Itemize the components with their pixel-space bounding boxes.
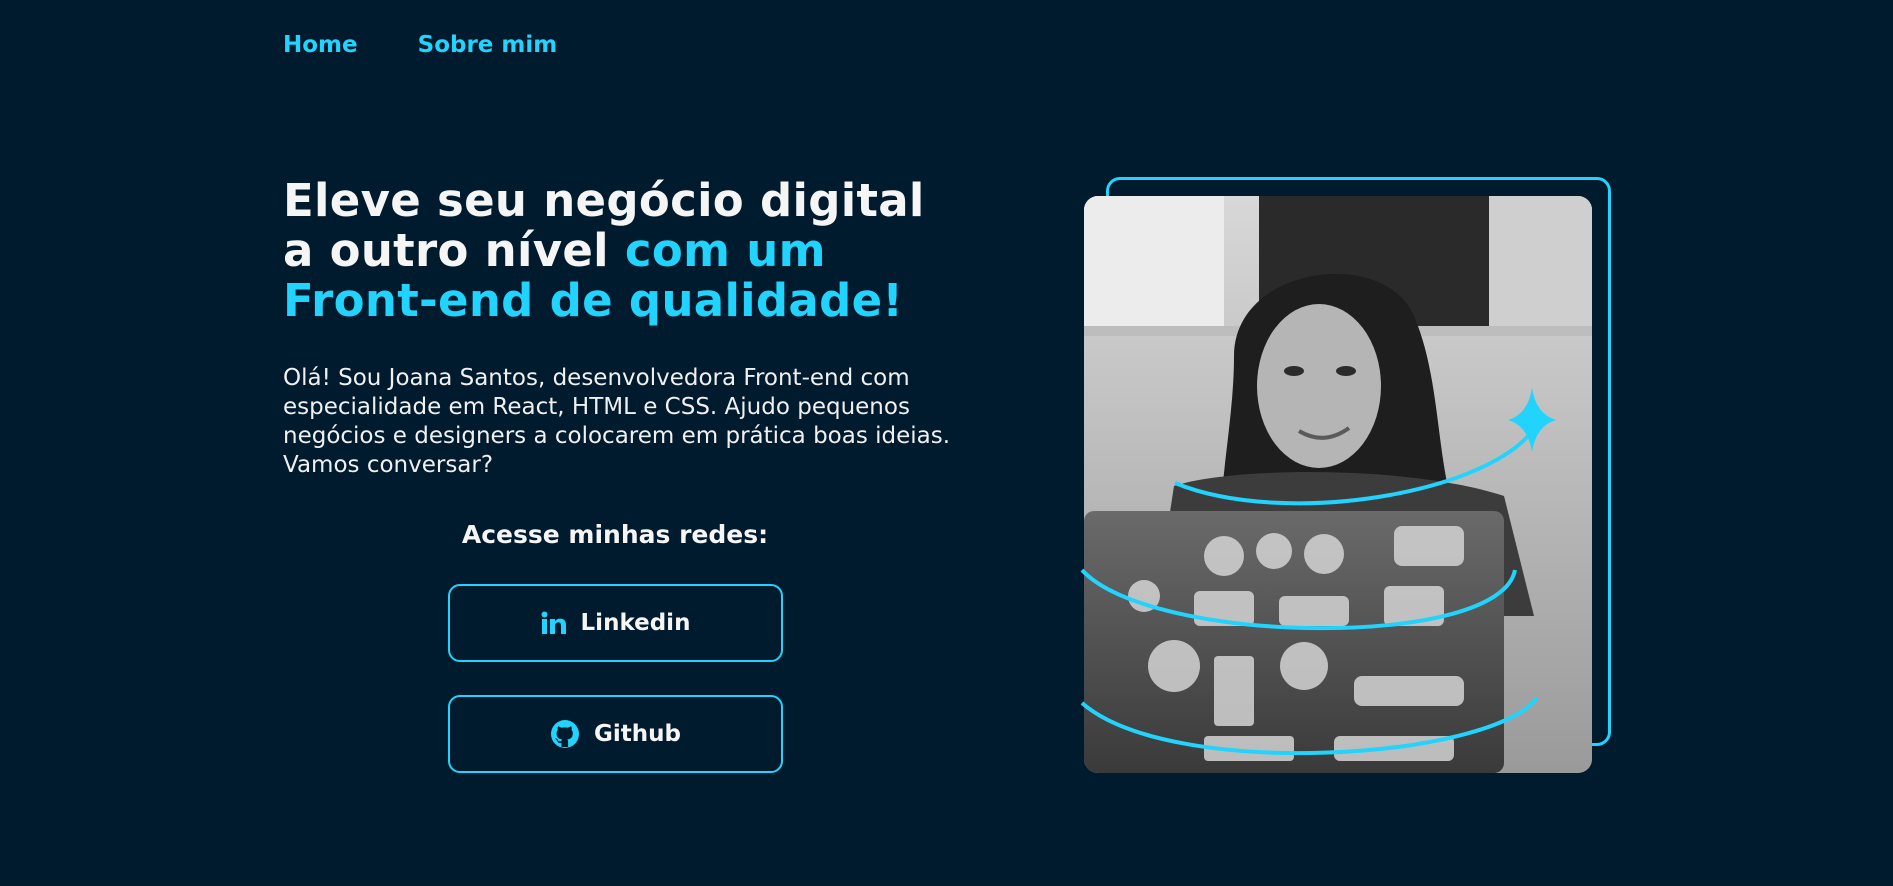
profile-photo	[1084, 196, 1592, 773]
hero-bio: Olá! Sou Joana Santos, desenvolvedora Fr…	[283, 365, 951, 478]
nav-home-link[interactable]: Home	[283, 32, 358, 58]
github-button[interactable]: Github	[448, 695, 783, 773]
main-nav: Home Sobre mim	[283, 32, 557, 58]
page: Home Sobre mim Eleve seu negócio digital…	[0, 0, 1893, 886]
linkedin-label: Linkedin	[580, 610, 691, 636]
nav-about-link[interactable]: Sobre mim	[418, 32, 558, 58]
linkedin-button[interactable]: Linkedin	[448, 584, 783, 662]
github-label: Github	[594, 721, 681, 747]
hero-headline: Eleve seu negócio digital a outro nível …	[283, 176, 963, 326]
social-title: Acesse minhas redes:	[461, 520, 769, 549]
headline-text: Eleve seu negócio digital a outro nível	[283, 174, 925, 277]
linkedin-icon	[541, 611, 567, 635]
github-icon	[550, 719, 580, 749]
